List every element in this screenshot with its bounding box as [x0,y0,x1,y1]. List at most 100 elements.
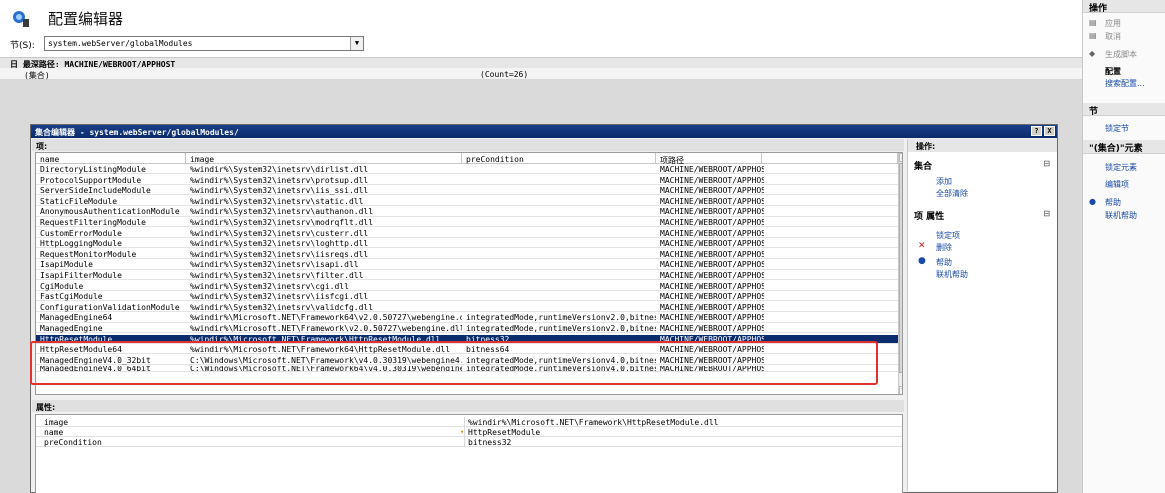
table-cell: ConfigurationValidationModule [40,302,180,312]
cancel-link[interactable]: 取消 [1105,31,1121,42]
property-row-precondition[interactable]: preCondition bitness32 [36,437,902,447]
element-heading: "(集合)"元素 [1083,140,1165,154]
online-help-link[interactable]: 联机帮助 [1105,210,1137,221]
table-row[interactable]: DirectoryListingModule %windir%\System32\… [36,165,902,175]
table-row[interactable]: ManagedEngineV4.0_32bit C:\Windows\Micros… [36,356,902,365]
column-header-precondition[interactable]: preCondition [462,153,656,164]
table-row[interactable]: RequestMonitorModule %windir%\System32\in… [36,250,902,259]
table-cell: ManagedEngine [40,324,103,333]
online-help-link[interactable]: 联机帮助 [936,269,968,280]
table-row[interactable]: ManagedEngine %windir%\Microsoft.NET\Fram… [36,324,902,334]
table-cell: bitness32 [466,334,510,344]
table-cell: C:\Windows\Microsoft.NET\Framework\v4.0.… [190,355,462,365]
clear-all-link[interactable]: 全部清除 [936,188,968,199]
generate-script-icon: ◆ [1089,49,1096,58]
table-cell: ManagedEngine64 [40,313,113,323]
table-cell: MACHINE/WEBROOT/APPHOST [660,313,764,323]
apply-link[interactable]: 应用 [1105,18,1121,29]
table-cell: MACHINE/WEBROOT/APPHOST [660,334,764,344]
lock-section-link[interactable]: 锁定节 [1105,123,1129,134]
generate-script-link[interactable]: 生成脚本 [1105,49,1137,60]
table-cell: IsapiModule [40,260,93,270]
chevron-down-icon[interactable]: ▼ [350,37,363,50]
table-row[interactable]: ProtocolSupportModule %windir%\System32\i… [36,176,902,185]
table-row[interactable]: StaticFileModule %windir%\System32\inetsr… [36,197,902,206]
edit-items-link[interactable]: 编辑项 [1105,179,1129,190]
table-row[interactable]: HttpLoggingModule %windir%\System32\inets… [36,239,902,249]
table-cell: integratedMode,runtimeVersionv4.0,bitnes… [466,366,656,373]
table-row[interactable]: ServerSideIncludeModule %windir%\System32… [36,186,902,196]
table-cell: MACHINE/WEBROOT/APPHOST [660,302,764,312]
help-button[interactable]: ? [1031,126,1042,136]
table-cell: ProtocolSupportModule [40,175,142,185]
table-row[interactable]: CustomErrorModule %windir%\System32\inets… [36,229,902,238]
add-link[interactable]: 添加 [936,176,952,187]
property-row-name[interactable]: name ▾ HttpResetModule [36,427,902,437]
table-cell: MACHINE/WEBROOT/APPHOST [660,239,764,249]
table-cell: MACHINE/WEBROOT/APPHOST [660,207,764,217]
search-config-link[interactable]: 搜索配置... [1105,78,1145,89]
help-link[interactable]: 帮助 [936,257,952,268]
table-row[interactable]: CgiModule %windir%\System32\inetsrv\cgi.d… [36,282,902,291]
items-grid-container: name image preCondition 项路径 DirectoryLis… [35,152,903,395]
items-section-header: 项: [32,139,904,151]
table-cell: MACHINE/WEBROOT/APPHOST [660,324,764,333]
table-row[interactable]: ManagedEngineV4.0_64bit C:\Windows\Micros… [36,366,902,373]
close-button[interactable]: X [1044,126,1055,136]
help-link[interactable]: 帮助 [1105,197,1121,208]
table-row[interactable]: HttpResetModule64 %windir%\Microsoft.NET\… [36,345,902,355]
table-cell: MACHINE/WEBROOT/APPHOST [660,196,764,206]
table-cell: MACHINE/WEBROOT/APPHOST [660,186,764,196]
table-cell: %windir%\System32\inetsrv\authanon.dll [190,207,374,217]
table-row[interactable]: ConfigurationValidationModule %windir%\Sy… [36,303,902,312]
table-row[interactable]: AnonymousAuthenticationModule %windir%\Sy… [36,207,902,217]
apply-icon: ▤ [1089,18,1097,27]
collection-count: (Count=26) [480,70,529,79]
section-select[interactable]: system.webServer/globalModules ▼ [44,36,364,51]
collection-group-header[interactable]: 集合 ⊟ [914,159,1052,172]
table-cell: FastCgiModule [40,292,103,302]
dialog-title: 集合编辑器 - system.webServer/globalModules/ [35,128,239,137]
item-properties-group-header[interactable]: 项 属性 ⊟ [914,209,1052,222]
actions-panel: 操作 ▤ 应用 ▤ 取消 ◆ 生成脚本 配置 搜索配置... 节 锁定节 "(集… [1082,0,1165,493]
table-cell: RequestFilteringModule [40,218,146,227]
collapse-icon: ⊟ [1043,159,1050,168]
table-row[interactable]: ManagedEngine64 %windir%\Microsoft.NET\Fr… [36,313,902,323]
collection-row[interactable]: (集合) (Count=26) [0,68,1082,80]
table-row[interactable]: IsapiModule %windir%\System32\inetsrv\isa… [36,260,902,270]
table-cell: MACHINE/WEBROOT/APPHOST [660,175,764,185]
table-row[interactable]: RequestFilteringModule %windir%\System32\… [36,218,902,228]
properties-label: 属性: [36,403,56,412]
property-row-image[interactable]: image %windir%\Microsoft.NET\Framework\H… [36,417,902,427]
config-editor-icon [13,11,29,27]
column-header-name[interactable]: name [36,153,186,164]
column-header-item-path[interactable]: 项路径 [656,153,762,165]
table-row[interactable]: FastCgiModule %windir%\System32\inetsrv\i… [36,292,902,302]
table-cell: StaticFileModule [40,196,118,206]
collection-editor-dialog: 集合编辑器 - system.webServer/globalModules/ … [30,124,1058,493]
table-cell: IsapiFilterModule [40,271,122,280]
help-icon: ● [918,256,926,266]
lock-item-link[interactable]: 锁定项 [936,230,960,241]
table-cell: bitness64 [466,345,510,355]
table-cell: %windir%\System32\inetsrv\custerr.dll [190,228,369,238]
table-cell: AnonymousAuthenticationModule [40,207,180,217]
table-cell: HttpResetModule64 [40,345,122,355]
table-row[interactable]: IsapiFilterModule %windir%\System32\inets… [36,271,902,281]
column-header-image[interactable]: image [186,153,462,164]
table-row[interactable]: HttpResetModule %windir%\Microsoft.NET\Fr… [36,334,902,344]
table-cell: CgiModule [40,281,84,291]
scrollbar-thumb[interactable] [899,163,902,373]
table-cell: ManagedEngineV4.0_64bit [40,366,151,373]
vertical-scrollbar[interactable]: ▲ ▼ [898,153,902,394]
table-cell: ManagedEngineV4.0_32bit [40,355,151,365]
scroll-down-icon[interactable]: ▼ [899,386,902,394]
table-cell: C:\Windows\Microsoft.NET\Framework64\v4.… [190,366,462,373]
scroll-up-icon[interactable]: ▲ [899,153,902,162]
table-cell: %windir%\Microsoft.NET\Framework64\HttpR… [190,345,451,355]
lock-element-link[interactable]: 锁定元素 [1105,162,1137,173]
table-cell: %windir%\Microsoft.NET\Framework\HttpRes… [190,334,441,344]
table-cell: %windir%\System32\inetsrv\modrqflt.dll [190,218,374,227]
delete-link[interactable]: 删除 [936,242,952,253]
table-cell: %windir%\Microsoft.NET\Framework64\v2.0.… [190,313,462,323]
